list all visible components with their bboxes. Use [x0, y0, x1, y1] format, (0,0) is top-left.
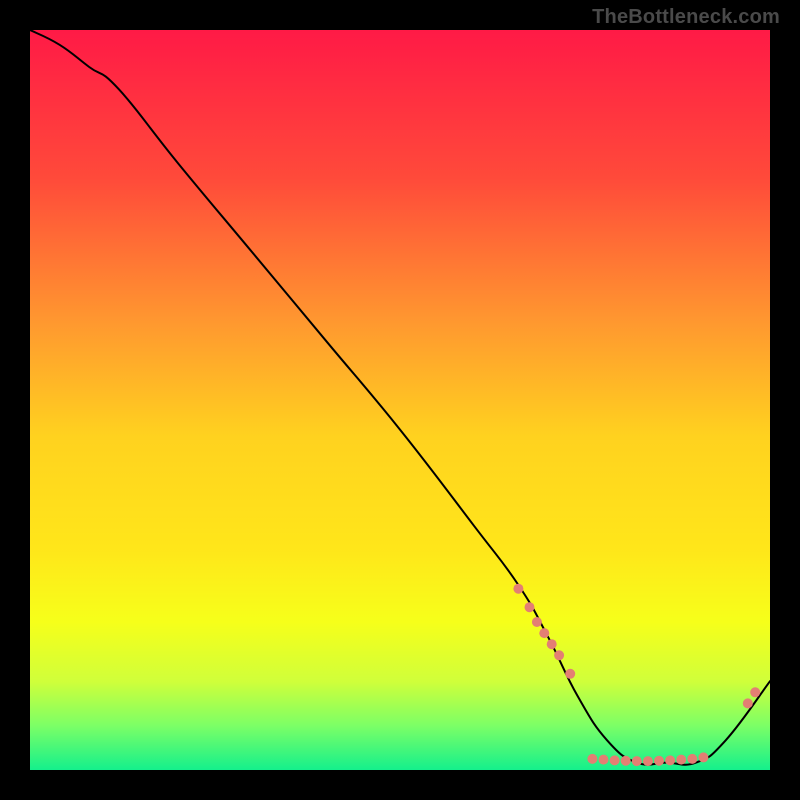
- sample-point: [525, 602, 535, 612]
- sample-point: [554, 650, 564, 660]
- plot-foreground: [30, 30, 770, 770]
- sample-point: [632, 756, 642, 766]
- chart-stage: TheBottleneck.com: [0, 0, 800, 800]
- sample-point: [547, 639, 557, 649]
- sample-point: [743, 698, 753, 708]
- sample-point: [676, 755, 686, 765]
- sample-point: [698, 752, 708, 762]
- sample-point: [750, 687, 760, 697]
- sample-point: [565, 669, 575, 679]
- plot-area: [30, 30, 770, 770]
- sample-point: [532, 617, 542, 627]
- sample-point: [643, 756, 653, 766]
- sample-point: [513, 584, 523, 594]
- sample-point: [665, 755, 675, 765]
- watermark-label: TheBottleneck.com: [592, 6, 780, 29]
- sample-point: [654, 756, 664, 766]
- sample-points-group: [513, 584, 760, 766]
- sample-point: [621, 756, 631, 766]
- sample-point: [539, 628, 549, 638]
- sample-point: [610, 755, 620, 765]
- sample-point: [587, 754, 597, 764]
- bottleneck-curve: [30, 30, 770, 765]
- sample-point: [599, 755, 609, 765]
- sample-point: [687, 754, 697, 764]
